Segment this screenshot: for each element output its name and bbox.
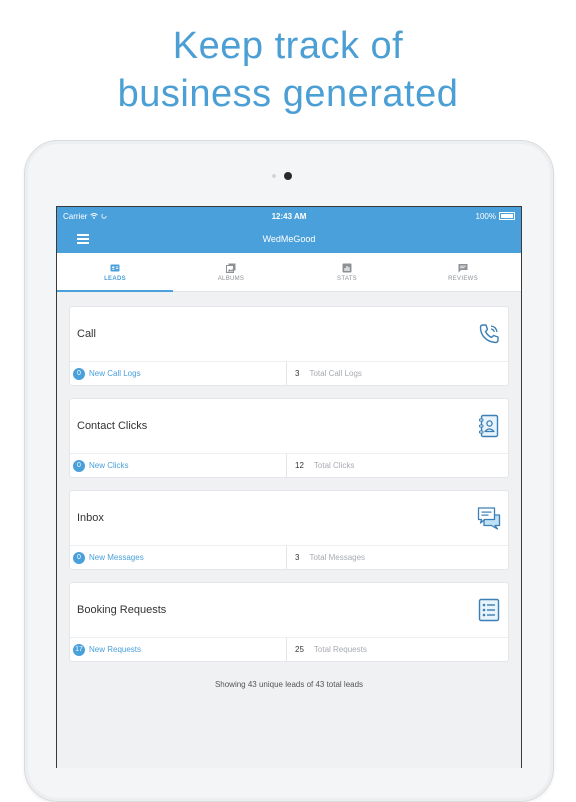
new-messages[interactable]: 0 New Messages	[70, 546, 287, 569]
tab-stats[interactable]: STATS	[289, 253, 405, 291]
total-label: Total Call Logs	[309, 369, 362, 378]
tab-leads[interactable]: LEADS	[57, 253, 173, 292]
total-call-logs[interactable]: 3 Total Call Logs	[287, 362, 508, 385]
menu-icon[interactable]	[77, 234, 89, 244]
stats-icon	[342, 263, 352, 272]
contact-card-icon	[110, 264, 120, 271]
total-label: Total Requests	[313, 645, 367, 654]
card-title: Inbox	[77, 512, 104, 524]
tab-reviews[interactable]: REVIEWS	[405, 253, 521, 291]
albums-icon	[226, 263, 236, 273]
total-label: Total Messages	[309, 553, 366, 562]
card-title: Booking Requests	[77, 604, 167, 616]
status-bar: Carrier 12:43 AM 100%	[57, 207, 521, 225]
nav-bar: WedMeGood	[57, 225, 521, 253]
new-call-logs[interactable]: 0 New Call Logs	[70, 362, 287, 385]
total-count: 3	[295, 553, 300, 562]
tab-leads-label: LEADS	[104, 275, 126, 282]
message-icon	[477, 507, 501, 530]
chat-bubble-icon	[458, 263, 468, 272]
carrier-label: Carrier	[63, 211, 88, 221]
loading-icon	[101, 213, 108, 219]
call-card[interactable]: Call 0 New Call Logs 3 Total Call Logs	[69, 306, 509, 386]
headline-line-1: Keep track of	[172, 25, 404, 67]
total-count: 12	[295, 461, 304, 470]
tab-stats-label: STATS	[337, 275, 357, 282]
total-count: 3	[295, 369, 300, 378]
new-label: New Clicks	[89, 461, 129, 470]
app-title: WedMeGood	[262, 234, 316, 244]
total-requests[interactable]: 25 Total Requests	[287, 638, 508, 661]
leads-content: Call 0 New Call Logs 3 Total Call Logs C…	[57, 292, 521, 689]
checklist-icon	[478, 598, 500, 622]
booking-requests-card[interactable]: Booking Requests 17 New Requests 25 Tota…	[69, 582, 509, 662]
address-book-icon	[479, 414, 499, 438]
card-title: Contact Clicks	[77, 420, 148, 432]
battery-percent: 100%	[475, 211, 496, 221]
inbox-card[interactable]: Inbox 0 New Messages 3 Total Messages	[69, 490, 509, 570]
new-label: New Call Logs	[89, 369, 141, 378]
contact-clicks-card[interactable]: Contact Clicks 0 New Clicks 12 Total Cli…	[69, 398, 509, 478]
battery-icon	[499, 212, 515, 220]
front-camera	[284, 172, 292, 180]
new-label: New Messages	[89, 553, 144, 562]
new-count-badge: 0	[73, 551, 85, 564]
tab-albums[interactable]: ALBUMS	[173, 253, 289, 291]
new-clicks[interactable]: 0 New Clicks	[70, 454, 287, 477]
tab-albums-label: ALBUMS	[217, 275, 245, 282]
total-count: 25	[295, 645, 304, 654]
wifi-icon	[90, 213, 99, 219]
status-time: 12:43 AM	[271, 211, 307, 221]
new-count-badge: 17	[73, 643, 85, 656]
headline-line-2: business generated	[117, 73, 459, 115]
new-label: New Requests	[89, 645, 142, 654]
light-sensor	[272, 174, 276, 178]
app-screen: Carrier 12:43 AM 100% WedMeGood LEADS AL…	[56, 206, 522, 768]
headline: Keep track of business generated	[0, 22, 576, 118]
new-count-badge: 0	[73, 459, 85, 472]
tab-bar: LEADS ALBUMS STATS REVIEWS	[57, 253, 521, 292]
leads-summary: Showing 43 unique leads of 43 total lead…	[214, 680, 364, 689]
tab-reviews-label: REVIEWS	[448, 275, 478, 282]
phone-icon	[479, 324, 499, 344]
new-requests[interactable]: 17 New Requests	[70, 638, 287, 661]
card-title: Call	[77, 328, 96, 340]
total-messages[interactable]: 3 Total Messages	[287, 546, 508, 569]
new-count-badge: 0	[73, 367, 85, 380]
total-clicks[interactable]: 12 Total Clicks	[287, 454, 508, 477]
total-label: Total Clicks	[313, 461, 355, 470]
